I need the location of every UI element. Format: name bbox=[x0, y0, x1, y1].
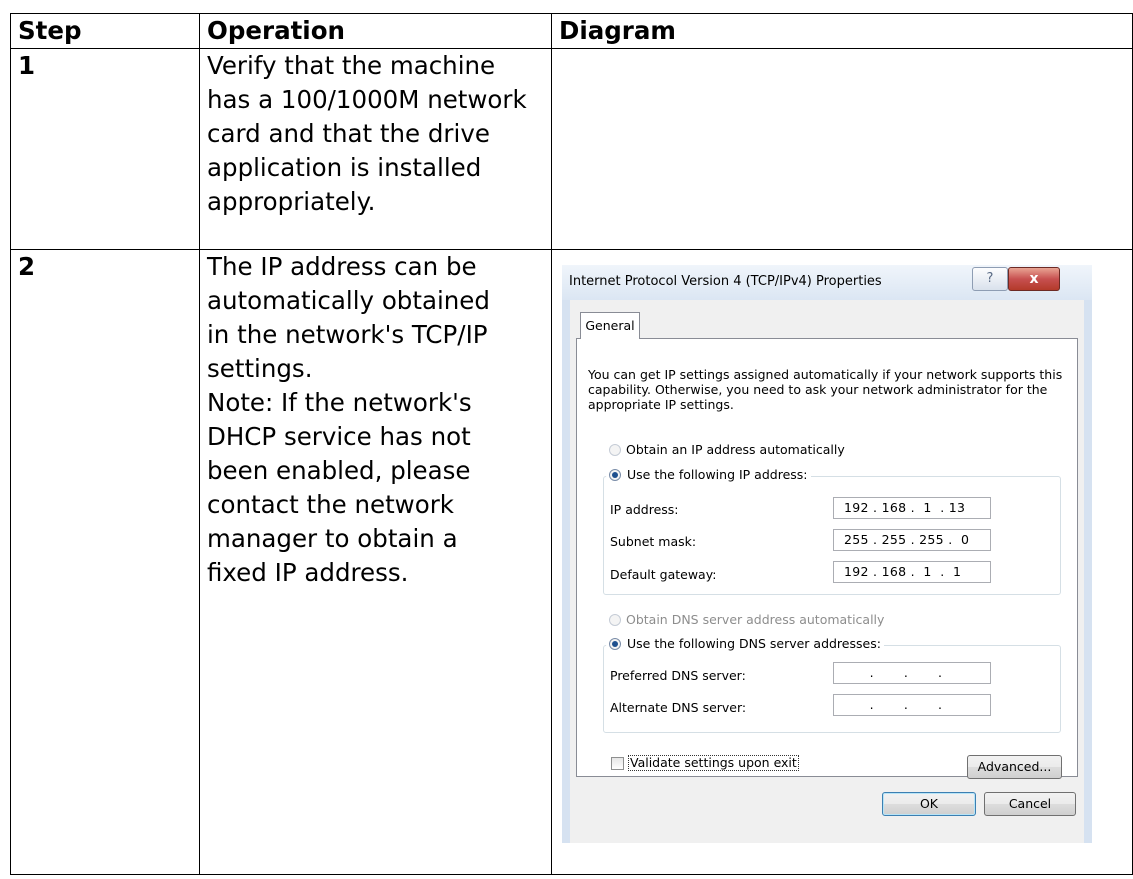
dialog-frame-right bbox=[1084, 300, 1092, 843]
operation-line: in the network's TCP/IP bbox=[207, 320, 488, 349]
table-row: 1 Verify that the machine has a 100/1000… bbox=[10, 48, 1133, 250]
obtain-ip-auto-radio[interactable] bbox=[609, 444, 621, 456]
diagram-cell-empty bbox=[551, 48, 1133, 250]
validate-label[interactable]: Validate settings upon exit bbox=[628, 755, 799, 771]
use-following-ip-radio[interactable] bbox=[609, 469, 621, 481]
diagram-cell: Internet Protocol Version 4 (TCP/IPv4) P… bbox=[551, 249, 1133, 875]
header-operation: Operation bbox=[199, 13, 552, 49]
preferred-dns-input[interactable]: . . . bbox=[833, 662, 991, 684]
alternate-dns-input[interactable]: . . . bbox=[833, 694, 991, 716]
ok-button[interactable]: OK bbox=[882, 792, 976, 816]
cancel-button[interactable]: Cancel bbox=[984, 792, 1076, 816]
general-tab-pane: You can get IP settings assigned automat… bbox=[576, 338, 1078, 779]
subnet-mask-input[interactable]: 255 . 255 . 255 . 0 bbox=[833, 529, 991, 551]
subnet-mask-label: Subnet mask: bbox=[610, 534, 697, 549]
dialog-title: Internet Protocol Version 4 (TCP/IPv4) P… bbox=[569, 274, 882, 289]
use-following-ip-label[interactable]: Use the following IP address: bbox=[624, 467, 811, 483]
dialog-titlebar[interactable]: Internet Protocol Version 4 (TCP/IPv4) P… bbox=[562, 265, 1092, 300]
help-button[interactable]: ? bbox=[972, 267, 1008, 291]
operation-line: contact the network bbox=[207, 490, 454, 519]
step-number: 1 bbox=[10, 48, 200, 250]
operation-line: Note: If the network's bbox=[207, 388, 472, 417]
tab-general[interactable]: General bbox=[580, 312, 640, 339]
dns-group bbox=[603, 645, 1061, 733]
obtain-dns-auto-radio[interactable] bbox=[609, 614, 621, 626]
validate-checkbox[interactable] bbox=[611, 757, 624, 770]
dialog-body: General You can get IP settings assigned… bbox=[570, 300, 1084, 843]
step-number: 2 bbox=[10, 249, 200, 875]
operation-line: The IP address can be bbox=[207, 252, 477, 281]
operation-line: automatically obtained bbox=[207, 286, 490, 315]
close-button[interactable]: x bbox=[1008, 267, 1060, 291]
header-diagram: Diagram bbox=[551, 13, 1133, 49]
operation-line: fixed IP address. bbox=[207, 558, 409, 587]
operation-text: Verify that the machine has a 100/1000M … bbox=[199, 48, 552, 250]
description-text: You can get IP settings assigned automat… bbox=[588, 367, 1063, 412]
use-following-dns-label[interactable]: Use the following DNS server addresses: bbox=[624, 636, 884, 652]
operation-line: been enabled, please bbox=[207, 456, 471, 485]
ip-address-label: IP address: bbox=[610, 502, 679, 517]
dialog-frame-left bbox=[562, 300, 570, 843]
tcpip-properties-dialog: Internet Protocol Version 4 (TCP/IPv4) P… bbox=[562, 265, 1092, 843]
use-following-dns-radio[interactable] bbox=[609, 638, 621, 650]
steps-table: Step Operation Diagram 1 Verify that the… bbox=[10, 13, 1133, 875]
operation-line: settings. bbox=[207, 354, 313, 383]
operation-line: DHCP service has not bbox=[207, 422, 471, 451]
operation-text: The IP address can be automatically obta… bbox=[199, 249, 552, 875]
alternate-dns-label: Alternate DNS server: bbox=[610, 700, 747, 715]
header-row: Step Operation Diagram bbox=[10, 13, 1133, 49]
operation-line: manager to obtain a bbox=[207, 524, 458, 553]
default-gateway-input[interactable]: 192 . 168 . 1 . 1 bbox=[833, 561, 991, 583]
table-row: 2 The IP address can be automatically ob… bbox=[10, 249, 1133, 875]
header-step: Step bbox=[10, 13, 200, 49]
obtain-ip-auto-label[interactable]: Obtain an IP address automatically bbox=[626, 442, 845, 458]
preferred-dns-label: Preferred DNS server: bbox=[610, 668, 746, 683]
advanced-button[interactable]: Advanced... bbox=[967, 755, 1062, 779]
obtain-dns-auto-label[interactable]: Obtain DNS server address automatically bbox=[626, 612, 884, 628]
ip-address-input[interactable]: 192 . 168 . 1 . 13 bbox=[833, 497, 991, 519]
default-gateway-label: Default gateway: bbox=[610, 567, 717, 582]
